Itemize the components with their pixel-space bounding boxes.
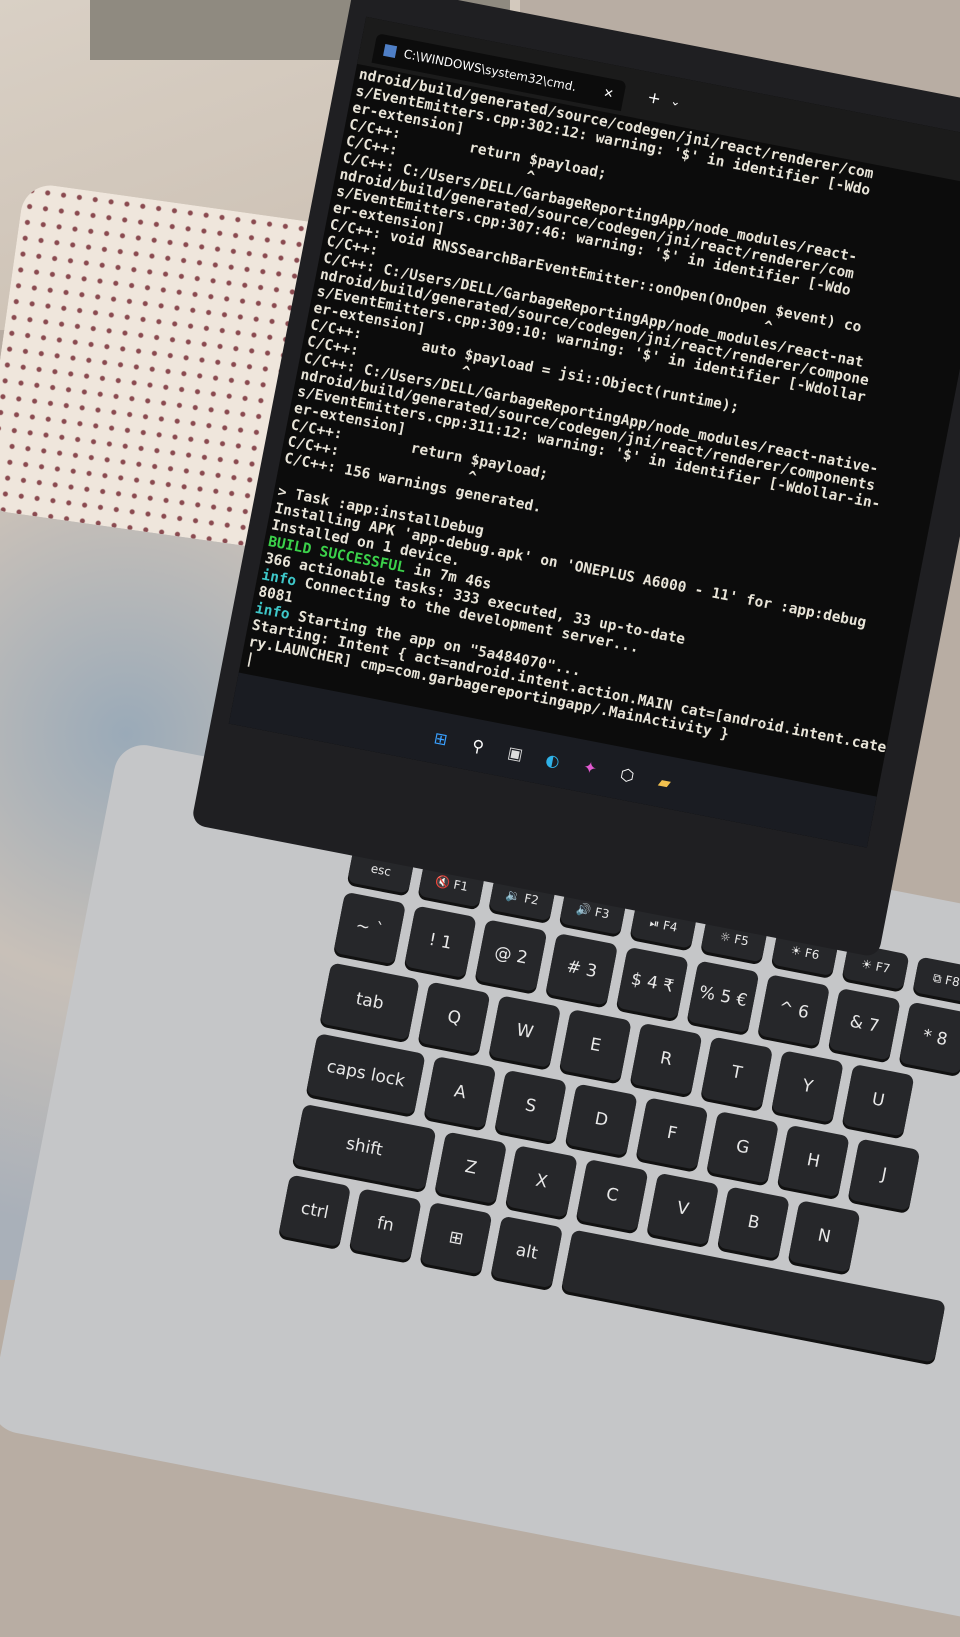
key[interactable]: V (646, 1172, 720, 1246)
task-view-icon[interactable]: ▣ (501, 739, 529, 767)
close-tab-icon[interactable]: ✕ (602, 86, 615, 102)
key[interactable]: % 5 € (686, 960, 760, 1034)
search-icon[interactable]: ⚲ (464, 732, 492, 760)
key[interactable]: A (423, 1056, 497, 1129)
key[interactable]: G (706, 1110, 780, 1184)
key[interactable]: Q (417, 981, 491, 1055)
terminal-text: | (243, 650, 256, 669)
key[interactable]: $ 4 ₹ (616, 946, 689, 1020)
terminal-output[interactable]: ndroid/build/generated/source/codegen/jn… (239, 64, 960, 793)
key[interactable]: alt (490, 1215, 564, 1289)
key[interactable]: ctrl (278, 1174, 352, 1248)
key[interactable]: T (700, 1036, 774, 1110)
key[interactable]: E (559, 1008, 632, 1082)
key[interactable]: X (505, 1145, 578, 1218)
key[interactable]: D (565, 1083, 638, 1157)
key[interactable]: * 8 (898, 1001, 960, 1075)
key[interactable]: Z (434, 1131, 508, 1205)
key[interactable]: & 7 (828, 987, 901, 1061)
key[interactable]: Y (771, 1050, 844, 1123)
edge-icon[interactable]: ◐ (539, 746, 567, 774)
key[interactable]: fn (349, 1188, 422, 1261)
key[interactable]: N (787, 1200, 861, 1273)
key[interactable]: ⧉ F8 (912, 956, 960, 1004)
key[interactable]: H (777, 1124, 850, 1198)
start-icon[interactable]: ⊞ (427, 724, 455, 752)
app-icon[interactable]: ⬡ (613, 761, 641, 789)
key[interactable]: J (847, 1138, 921, 1212)
key[interactable]: ^ 6 (757, 974, 831, 1047)
key[interactable]: ⊞ (419, 1201, 493, 1275)
key[interactable]: B (717, 1186, 790, 1260)
cmd-icon (383, 43, 398, 59)
key[interactable]: ! 1 (404, 905, 477, 979)
new-tab-button[interactable]: + (646, 87, 663, 108)
key[interactable]: R (629, 1022, 703, 1096)
key[interactable]: W (488, 995, 562, 1068)
key[interactable]: shift (292, 1103, 437, 1191)
copilot-icon[interactable]: ✦ (576, 753, 604, 781)
tab-dropdown-button[interactable]: ⌄ (669, 94, 682, 110)
key[interactable]: C (575, 1158, 649, 1232)
key[interactable]: @ 2 (474, 919, 548, 992)
key[interactable]: # 3 (545, 932, 619, 1006)
key[interactable]: caps lock (305, 1033, 426, 1115)
file-explorer-icon[interactable]: ▰ (651, 768, 679, 796)
laptop-screen: C:\WINDOWS\system32\cmd. ✕ + ⌄ ndroid/bu… (228, 16, 960, 848)
key[interactable]: U (841, 1063, 915, 1137)
key[interactable]: ~ ` (333, 891, 407, 965)
key[interactable]: S (494, 1069, 568, 1143)
key[interactable]: tab (319, 962, 420, 1041)
key[interactable]: F (635, 1097, 709, 1170)
